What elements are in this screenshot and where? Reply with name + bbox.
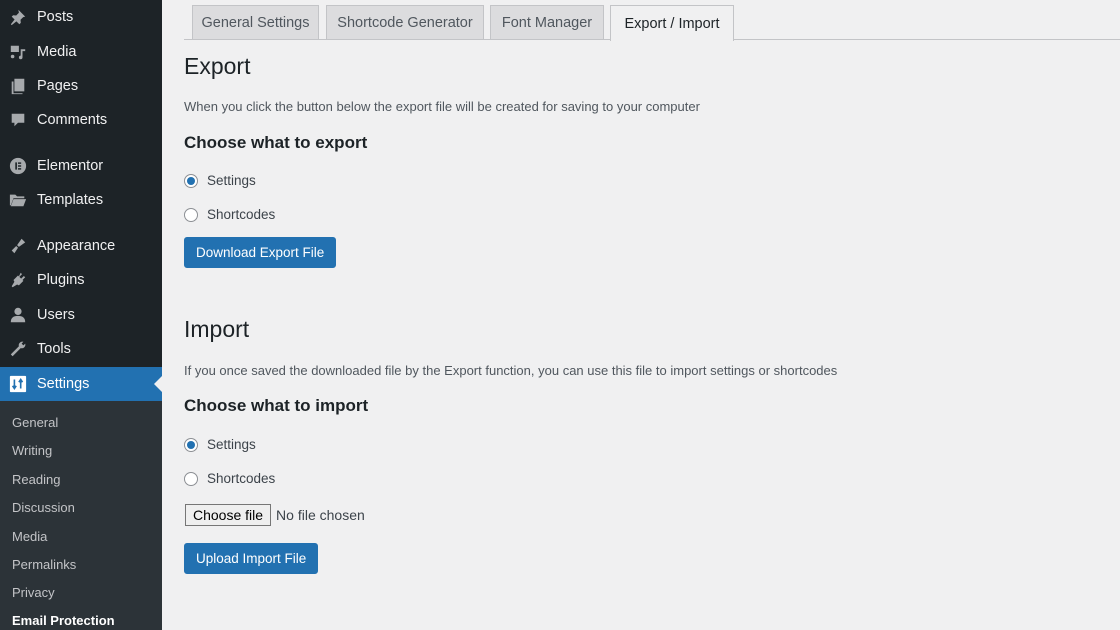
export-description: When you click the button below the expo…	[184, 99, 700, 114]
menu-label: Plugins	[37, 272, 85, 288]
tab-shortcode-generator[interactable]: Shortcode Generator	[326, 5, 484, 39]
tab-general-settings[interactable]: General Settings	[192, 5, 319, 39]
import-option-settings[interactable]: Settings	[184, 437, 256, 452]
radio-button[interactable]	[184, 471, 198, 486]
menu-label: Media	[37, 44, 77, 60]
export-option-settings[interactable]: Settings	[184, 173, 256, 188]
menu-item-media[interactable]: Media	[0, 35, 162, 69]
submenu-item-permalinks[interactable]: Permalinks	[12, 557, 76, 572]
menu-item-elementor[interactable]: Elementor	[0, 149, 162, 183]
menu-label: Elementor	[37, 158, 104, 174]
submenu-item-discussion[interactable]: Discussion	[12, 500, 75, 515]
settings-submenu: General Writing Reading Discussion Media…	[0, 401, 162, 630]
submenu-item-writing[interactable]: Writing	[12, 443, 52, 458]
user-icon	[8, 305, 28, 325]
radio-label: Shortcodes	[207, 471, 276, 486]
pages-icon	[8, 76, 28, 96]
tab-font-manager[interactable]: Font Manager	[490, 5, 604, 39]
menu-label: Users	[37, 307, 75, 323]
menu-item-posts[interactable]: Posts	[0, 0, 162, 34]
submenu-item-media[interactable]: Media	[12, 529, 47, 544]
choose-file-button[interactable]: Choose file	[185, 504, 272, 526]
import-option-shortcodes[interactable]: Shortcodes	[184, 471, 275, 486]
menu-label: Comments	[37, 112, 108, 128]
submenu-item-reading[interactable]: Reading	[12, 472, 60, 487]
menu-item-users[interactable]: Users	[0, 298, 162, 332]
brush-icon	[8, 236, 28, 256]
menu-label: Tools	[37, 341, 71, 357]
folder-icon	[8, 190, 28, 210]
elementor-icon	[8, 156, 28, 176]
submenu-item-general[interactable]: General	[12, 415, 58, 430]
menu-item-templates[interactable]: Templates	[0, 183, 162, 217]
media-icon	[8, 42, 28, 62]
radio-button[interactable]	[184, 207, 198, 222]
menu-label: Settings	[37, 376, 90, 392]
radio-label: Settings	[207, 173, 256, 188]
menu-item-settings[interactable]: Settings	[0, 367, 162, 401]
menu-label: Templates	[37, 192, 104, 208]
menu-item-appearance[interactable]: Appearance	[0, 229, 162, 263]
comment-icon	[8, 110, 28, 130]
export-choose-heading: Choose what to export	[184, 133, 368, 152]
menu-label: Pages	[37, 78, 79, 94]
plug-icon	[8, 270, 28, 290]
menu-item-plugins[interactable]: Plugins	[0, 263, 162, 297]
menu-item-comments[interactable]: Comments	[0, 103, 162, 137]
menu-label: Appearance	[37, 238, 116, 254]
upload-import-file-button[interactable]: Upload Import File	[184, 543, 319, 574]
import-choose-heading: Choose what to import	[184, 396, 369, 415]
radio-label: Shortcodes	[207, 207, 276, 222]
file-input[interactable]: Choose file No file chosen	[185, 504, 365, 526]
pin-icon	[8, 7, 28, 27]
settings-icon	[8, 374, 28, 394]
import-description: If you once saved the downloaded file by…	[184, 363, 838, 378]
menu-item-tools[interactable]: Tools	[0, 332, 162, 366]
export-option-shortcodes[interactable]: Shortcodes	[184, 207, 275, 222]
import-title: Import	[184, 316, 250, 342]
radio-button[interactable]	[184, 437, 198, 452]
submenu-item-privacy[interactable]: Privacy	[12, 585, 55, 600]
admin-sidebar: Posts Media Pages Comments Elementor Tem…	[0, 0, 162, 630]
menu-label: Posts	[37, 9, 74, 25]
download-export-file-button[interactable]: Download Export File	[184, 237, 337, 268]
submenu-item-email-protection[interactable]: Email Protection	[12, 613, 115, 628]
menu-item-pages[interactable]: Pages	[0, 69, 162, 103]
wrench-icon	[8, 339, 28, 359]
file-status-text: No file chosen	[276, 507, 365, 523]
radio-button[interactable]	[184, 173, 198, 188]
tab-export-import[interactable]: Export / Import	[610, 5, 734, 41]
export-title: Export	[184, 53, 251, 79]
radio-label: Settings	[207, 437, 256, 452]
